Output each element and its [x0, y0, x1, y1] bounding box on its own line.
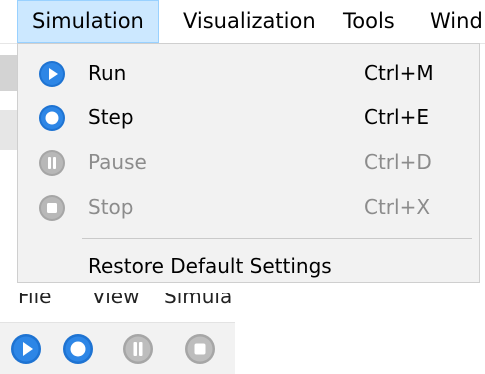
simulation-toolbar	[0, 322, 235, 374]
toolbar-menu-labels-cropped: File View Simula	[0, 293, 235, 311]
menu-item-pause-shortcut: Ctrl+D	[364, 150, 432, 174]
background-toolbar-fragment	[0, 55, 17, 91]
menu-item-run[interactable]: Run Ctrl+M	[18, 51, 479, 95]
menu-item-pause[interactable]: Pause Ctrl+D	[18, 140, 479, 184]
pause-icon	[123, 334, 153, 364]
menu-item-run-label: Run	[88, 61, 127, 85]
step-icon	[38, 104, 66, 132]
toolbar-run-button[interactable]	[10, 333, 42, 365]
menu-label-file-cropped[interactable]: File	[18, 293, 51, 308]
menu-tools[interactable]: Tools	[343, 0, 395, 43]
menu-item-stop-label: Stop	[88, 195, 134, 219]
menu-item-step-label: Step	[88, 105, 134, 129]
run-icon	[11, 334, 41, 364]
menu-item-restore-default-settings-label: Restore Default Settings	[88, 254, 332, 278]
step-icon	[63, 334, 93, 364]
menu-bar: Simulation Visualization Tools Wind	[0, 0, 485, 44]
menu-item-step[interactable]: Step Ctrl+E	[18, 95, 479, 139]
stop-icon	[38, 194, 66, 222]
run-icon	[38, 60, 66, 88]
toolbar-stop-button[interactable]	[184, 333, 216, 365]
menu-window[interactable]: Wind	[430, 0, 483, 43]
menu-simulation[interactable]: Simulation	[17, 0, 159, 43]
menu-item-stop[interactable]: Stop Ctrl+X	[18, 185, 479, 229]
menu-visualization[interactable]: Visualization	[183, 0, 316, 43]
toolbar-pause-button[interactable]	[122, 333, 154, 365]
menu-label-simulation-cropped[interactable]: Simula	[164, 293, 232, 308]
toolbar-step-button[interactable]	[62, 333, 94, 365]
menu-item-run-shortcut: Ctrl+M	[364, 61, 434, 85]
menu-item-pause-label: Pause	[88, 150, 147, 174]
menu-label-view-cropped[interactable]: View	[92, 293, 139, 308]
menu-item-restore-default-settings[interactable]: Restore Default Settings	[18, 249, 479, 283]
menu-separator	[82, 238, 472, 239]
simulation-dropdown-menu: Run Ctrl+M Step Ctrl+E Pause Ctrl+D Stop…	[17, 43, 480, 283]
background-panel-fragment	[0, 110, 17, 150]
pause-icon	[38, 149, 66, 177]
menu-item-stop-shortcut: Ctrl+X	[364, 195, 431, 219]
menu-item-step-shortcut: Ctrl+E	[364, 105, 429, 129]
stop-icon	[185, 334, 215, 364]
